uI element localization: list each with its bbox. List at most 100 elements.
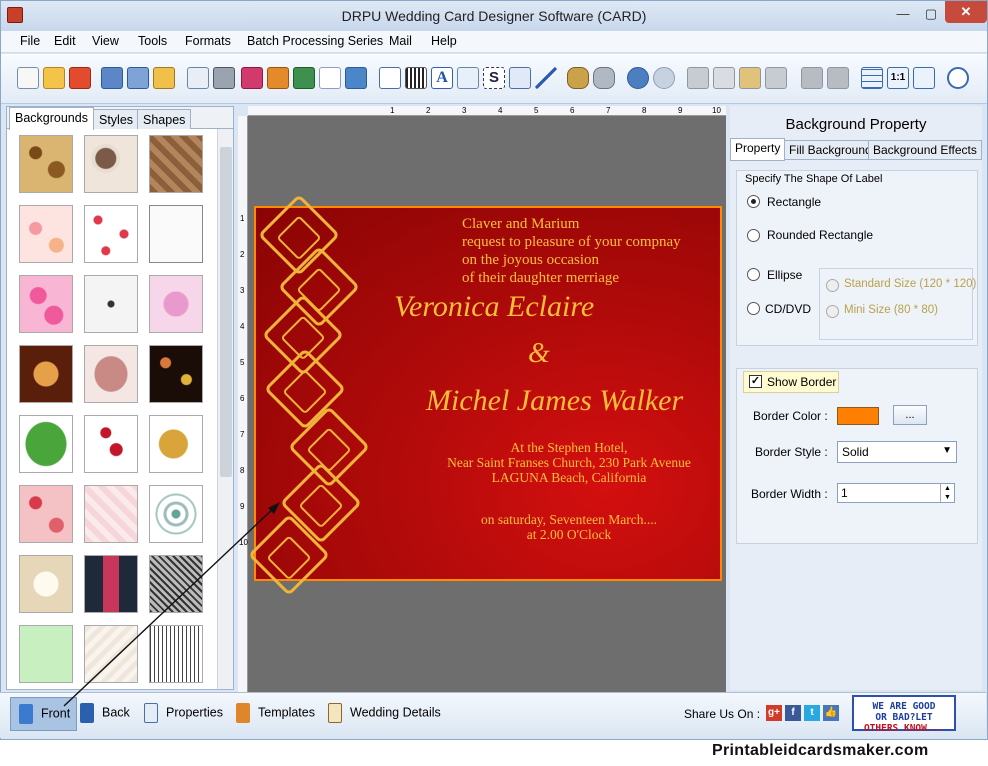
text-icon[interactable]: A (431, 67, 453, 89)
background-thumbnail[interactable] (149, 205, 203, 263)
background-thumbnail[interactable] (19, 485, 73, 543)
radio-mini-size[interactable] (826, 305, 839, 318)
background-thumbnail[interactable] (19, 275, 73, 333)
radio-standard-size[interactable] (826, 279, 839, 292)
menu-help[interactable]: Help (431, 34, 457, 48)
radio-cd-dvd[interactable] (747, 302, 760, 315)
feedback-badge[interactable]: WE ARE GOOD OR BAD?LET OTHERS KNOW... (852, 695, 956, 734)
background-thumbnail[interactable] (84, 415, 138, 473)
tab-backgrounds[interactable]: Backgrounds (9, 107, 94, 130)
background-thumbnail[interactable] (149, 555, 203, 613)
send-back-icon[interactable] (827, 67, 849, 89)
background-thumbnail[interactable] (19, 205, 73, 263)
tab-styles[interactable]: Styles (93, 109, 140, 129)
background-thumbnail[interactable] (149, 345, 203, 403)
actual-size-icon[interactable]: 1:1 (887, 67, 909, 89)
database-icon[interactable] (567, 67, 589, 89)
properties-button[interactable]: Properties (136, 697, 229, 731)
new-icon[interactable] (17, 67, 39, 89)
paint-icon[interactable] (345, 67, 367, 89)
background-thumbnail[interactable] (149, 625, 203, 683)
gift-icon[interactable] (267, 67, 289, 89)
menu-edit[interactable]: Edit (54, 34, 76, 48)
menu-file[interactable]: File (20, 34, 40, 48)
background-thumbnail[interactable] (84, 205, 138, 263)
zoom-icon[interactable] (947, 67, 969, 89)
radio-rounded-rectangle[interactable] (747, 229, 760, 242)
shapes-icon[interactable] (241, 67, 263, 89)
paste-icon[interactable] (739, 67, 761, 89)
menu-tools[interactable]: Tools (138, 34, 167, 48)
border-style-select[interactable]: Solid ▼ (837, 441, 957, 463)
fit-window-icon[interactable] (913, 67, 935, 89)
wedding-card[interactable]: Claver and Marium request to pleasure of… (247, 193, 722, 597)
tab-shapes[interactable]: Shapes (137, 109, 192, 129)
background-thumbnail[interactable] (84, 345, 138, 403)
background-thumbnail[interactable] (149, 485, 203, 543)
pencil-icon[interactable] (319, 67, 341, 89)
menu-view[interactable]: View (92, 34, 119, 48)
line-icon[interactable] (535, 67, 557, 89)
color-picker-button[interactable]: ... (893, 405, 927, 425)
border-color-swatch[interactable] (837, 407, 879, 425)
save-icon[interactable] (101, 67, 123, 89)
barcode-icon[interactable] (405, 67, 427, 89)
watermark-icon[interactable] (379, 67, 401, 89)
menu-formats[interactable]: Formats (185, 34, 231, 48)
templates-button[interactable]: Templates (228, 697, 321, 731)
delete-icon[interactable] (765, 67, 787, 89)
background-thumbnail[interactable] (149, 415, 203, 473)
radio-ellipse[interactable] (747, 268, 760, 281)
copy-icon[interactable] (713, 67, 735, 89)
grid-icon[interactable] (861, 67, 883, 89)
wedding-details-button[interactable]: Wedding Details (320, 697, 447, 731)
background-thumbnail[interactable] (84, 275, 138, 333)
background-thumbnail[interactable] (149, 275, 203, 333)
image-icon[interactable] (293, 67, 315, 89)
front-button[interactable]: Front (10, 697, 78, 731)
open-folder-icon[interactable] (43, 67, 65, 89)
show-border-checkbox[interactable]: ✓ (749, 375, 762, 388)
border-width-spinner[interactable]: 1 ▲ ▼ (837, 483, 955, 503)
background-thumbnail[interactable] (19, 415, 73, 473)
mail-icon[interactable] (509, 67, 531, 89)
spinner-arrows-icon[interactable]: ▲ ▼ (940, 484, 954, 502)
background-thumbnail[interactable] (19, 345, 73, 403)
database-settings-icon[interactable] (593, 67, 615, 89)
menu-mail[interactable]: Mail (389, 34, 412, 48)
background-thumbnail[interactable] (19, 135, 73, 193)
background-thumbnail[interactable] (84, 485, 138, 543)
scrollbar-thumb[interactable] (220, 147, 232, 477)
undo-icon[interactable] (627, 67, 649, 89)
google-plus-icon[interactable]: g+ (766, 705, 782, 721)
background-thumbnail[interactable] (84, 555, 138, 613)
facebook-icon[interactable]: f (785, 705, 801, 721)
tab-background-effects[interactable]: Background Effects (868, 140, 982, 160)
close-file-icon[interactable] (69, 67, 91, 89)
background-thumbnail[interactable] (19, 625, 73, 683)
save-as-icon[interactable] (127, 67, 149, 89)
radio-rectangle[interactable] (747, 195, 760, 208)
menu-batch-processing[interactable]: Batch Processing Series (247, 34, 383, 48)
tab-fill-background[interactable]: Fill Background (784, 140, 877, 160)
twitter-icon[interactable]: t (804, 705, 820, 721)
bring-front-icon[interactable] (801, 67, 823, 89)
redo-icon[interactable] (653, 67, 675, 89)
print-icon[interactable] (213, 67, 235, 89)
background-thumbnail[interactable] (149, 135, 203, 193)
signature-icon[interactable]: S (483, 67, 505, 89)
export-icon[interactable] (153, 67, 175, 89)
close-button[interactable]: ✕ (945, 1, 987, 23)
maximize-button[interactable]: ▢ (917, 5, 945, 25)
word-art-icon[interactable] (457, 67, 479, 89)
print-preview-icon[interactable] (187, 67, 209, 89)
tab-property[interactable]: Property (730, 138, 786, 161)
background-thumbnail[interactable] (84, 135, 138, 193)
cut-icon[interactable] (687, 67, 709, 89)
background-thumbnail[interactable] (19, 555, 73, 613)
thumbnails-scrollbar[interactable] (217, 129, 233, 689)
minimize-button[interactable]: — (889, 5, 917, 25)
like-icon[interactable]: 👍 (823, 705, 839, 721)
background-thumbnail[interactable] (84, 625, 138, 683)
back-button[interactable]: Back (72, 697, 136, 731)
